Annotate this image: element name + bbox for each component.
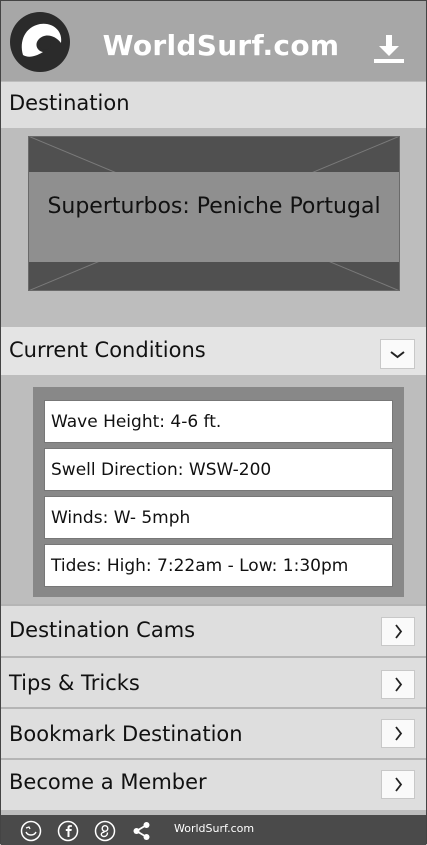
destination-section-label: Destination bbox=[9, 91, 130, 115]
destination-name: Superturbos: Peniche Portugal bbox=[47, 194, 381, 219]
smiley-bird-icon[interactable] bbox=[20, 820, 42, 842]
condition-text: Tides: High: 7:22am - Low: 1:30pm bbox=[51, 556, 349, 576]
nav-item-label: Tips & Tricks bbox=[9, 671, 140, 695]
footer-site-link[interactable]: WorldSurf.com bbox=[174, 822, 254, 835]
condition-row-tides: Tides: High: 7:22am - Low: 1:30pm bbox=[44, 544, 393, 587]
conditions-panel: Wave Height: 4-6 ft. Swell Direction: WS… bbox=[33, 387, 404, 597]
footer-bar: WorldSurf.com bbox=[1, 815, 426, 845]
google-plus-icon[interactable] bbox=[94, 820, 116, 842]
nav-item-destination-cams[interactable]: Destination Cams bbox=[1, 604, 426, 656]
condition-row-swell-direction: Swell Direction: WSW-200 bbox=[44, 448, 393, 491]
chevron-down-icon bbox=[390, 351, 405, 359]
download-icon[interactable] bbox=[369, 31, 409, 65]
conditions-section-header[interactable]: Current Conditions bbox=[1, 327, 426, 375]
destination-image[interactable]: Superturbos: Peniche Portugal bbox=[28, 136, 400, 291]
facebook-icon[interactable] bbox=[57, 820, 79, 842]
conditions-section-label: Current Conditions bbox=[9, 338, 206, 362]
collapse-toggle-button[interactable] bbox=[380, 339, 415, 369]
condition-row-winds: Winds: W- 5mph bbox=[44, 496, 393, 539]
condition-row-wave-height: Wave Height: 4-6 ft. bbox=[44, 400, 393, 443]
condition-text: Winds: W- 5mph bbox=[51, 508, 191, 528]
nav-item-tips-tricks[interactable]: Tips & Tricks bbox=[1, 656, 426, 707]
chevron-right-icon bbox=[395, 624, 403, 639]
destination-section-header: Destination bbox=[1, 82, 426, 128]
wave-logo-icon[interactable] bbox=[9, 11, 71, 73]
nav-item-label: Become a Member bbox=[9, 770, 207, 794]
app-header: WorldSurf.com bbox=[1, 1, 426, 81]
chevron-right-button[interactable] bbox=[381, 670, 415, 699]
chevron-right-icon bbox=[395, 726, 403, 741]
condition-text: Swell Direction: WSW-200 bbox=[51, 460, 272, 480]
chevron-right-icon bbox=[395, 677, 403, 692]
nav-item-label: Destination Cams bbox=[9, 618, 196, 642]
chevron-right-button[interactable] bbox=[381, 770, 415, 799]
chevron-right-button[interactable] bbox=[381, 719, 415, 748]
nav-item-label: Bookmark Destination bbox=[9, 722, 243, 746]
nav-item-bookmark-destination[interactable]: Bookmark Destination bbox=[1, 707, 426, 758]
chevron-right-button[interactable] bbox=[381, 617, 415, 646]
share-icon[interactable] bbox=[131, 820, 153, 842]
chevron-right-icon bbox=[395, 777, 403, 792]
condition-text: Wave Height: 4-6 ft. bbox=[51, 412, 222, 432]
app-frame: WorldSurf.com Destination Superturbos: P… bbox=[0, 0, 427, 845]
nav-item-become-member[interactable]: Become a Member bbox=[1, 758, 426, 810]
app-title: WorldSurf.com bbox=[102, 29, 340, 62]
